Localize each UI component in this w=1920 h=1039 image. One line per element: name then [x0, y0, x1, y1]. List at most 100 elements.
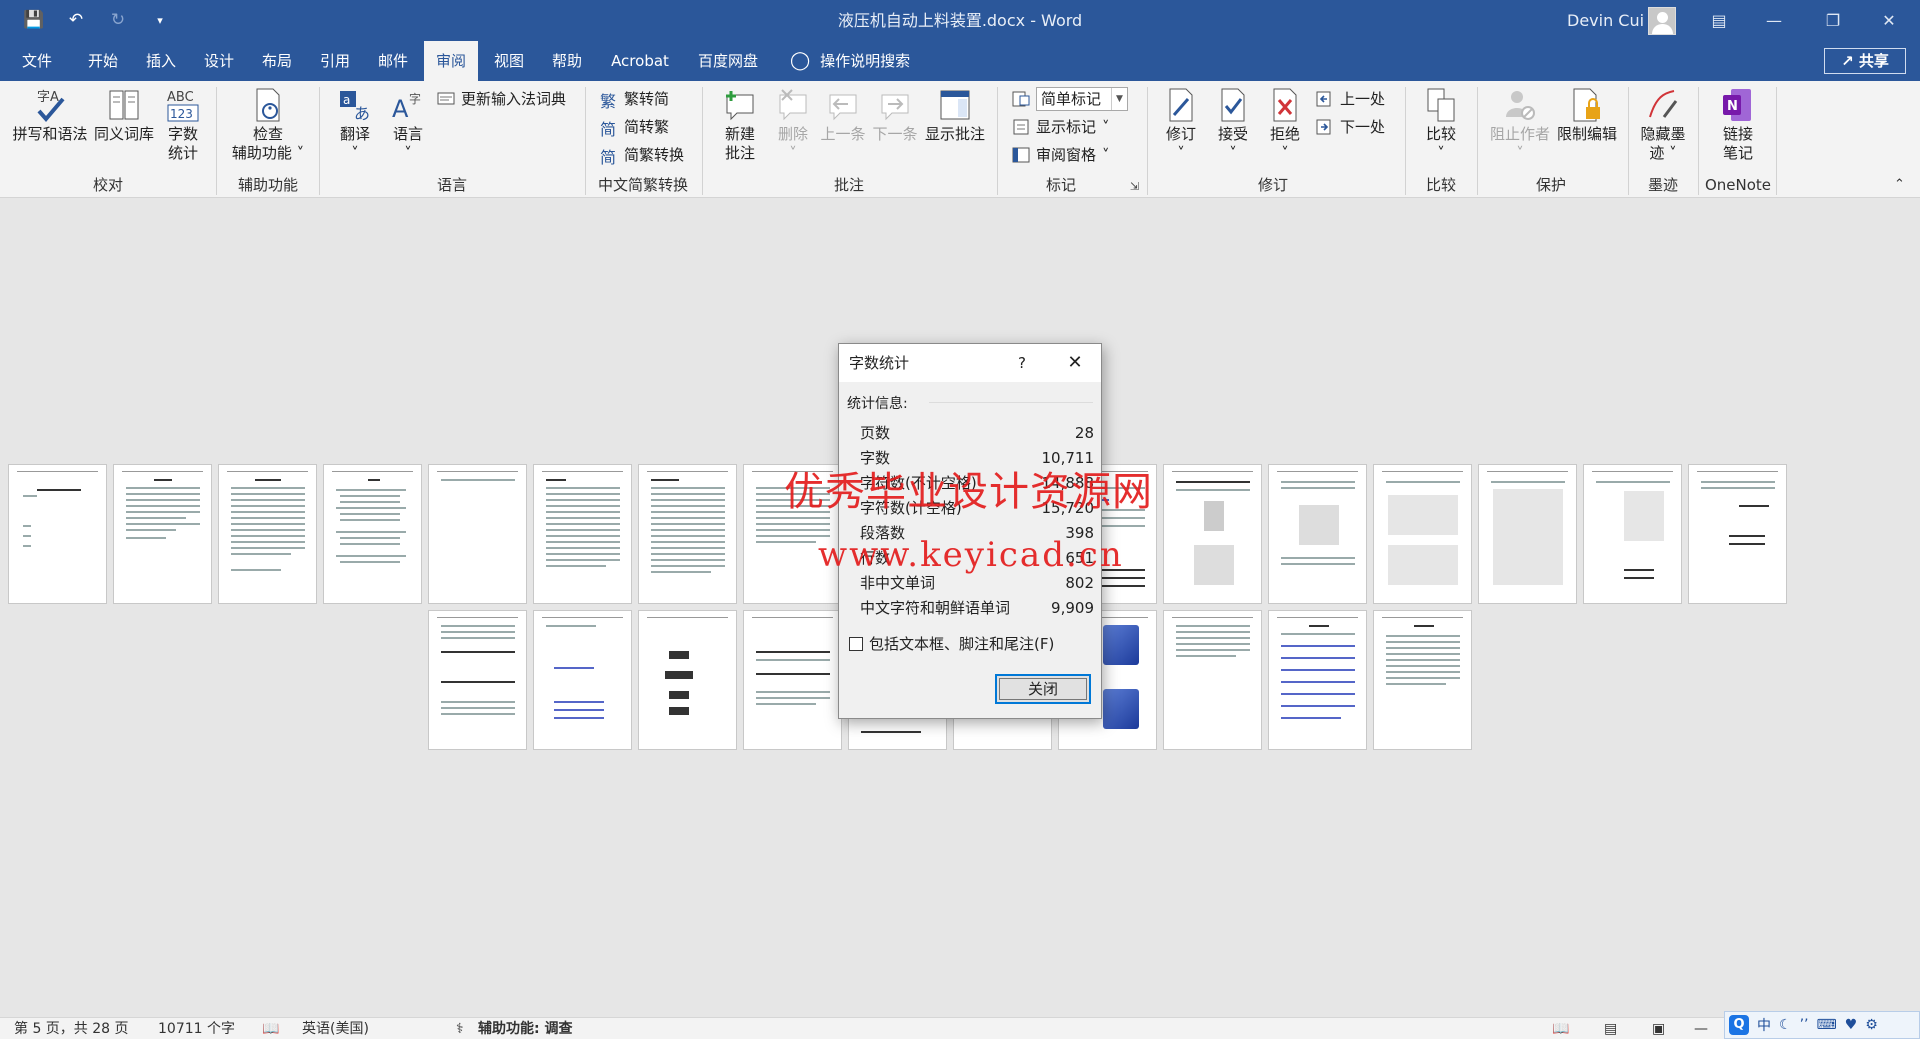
page-thumbnail[interactable] [1163, 464, 1262, 604]
customize-icon[interactable]: ▾ [148, 0, 172, 41]
reject-button[interactable]: 拒绝 ˅ [1262, 87, 1308, 179]
tab-help[interactable]: 帮助 [542, 41, 592, 81]
read-mode-icon[interactable]: 📖 [1552, 1018, 1569, 1039]
web-layout-icon[interactable]: ▣ [1652, 1018, 1665, 1039]
page-thumbnail[interactable] [533, 610, 632, 750]
word-count-status[interactable]: 10711 个字 [158, 1018, 235, 1039]
page-thumbnail[interactable] [638, 610, 737, 750]
check-accessibility-button[interactable]: 检查 辅助功能 ˅ [226, 87, 310, 179]
tab-layout[interactable]: 布局 [252, 41, 302, 81]
traditional-to-simplified-button[interactable]: 繁 繁转简 [600, 87, 669, 111]
page-thumbnail[interactable] [428, 464, 527, 604]
show-markup-button[interactable]: 显示标记 ˅ [1012, 115, 1110, 139]
track-changes-button[interactable]: 修订 ˅ [1158, 87, 1204, 179]
page-thumbnail[interactable] [533, 464, 632, 604]
previous-comment-button[interactable]: 上一条 [818, 87, 868, 179]
block-authors-button[interactable]: 阻止作者 ˅ [1488, 87, 1552, 179]
moon-icon[interactable]: ☾ [1779, 1017, 1792, 1033]
close-button[interactable]: 关闭 [995, 674, 1091, 704]
settings-icon[interactable]: ⚙ [1865, 1017, 1878, 1033]
tab-baidu-netdisk[interactable]: 百度网盘 [688, 41, 768, 81]
page-thumbnail[interactable] [1583, 464, 1682, 604]
close-icon[interactable]: ✕ [1866, 0, 1912, 41]
restrict-editing-button[interactable]: 限制编辑 [1554, 87, 1620, 179]
page-thumbnail[interactable] [428, 610, 527, 750]
page-thumbnail[interactable] [1373, 464, 1472, 604]
accessibility-status[interactable]: 辅助功能: 调查 [478, 1018, 572, 1039]
tab-acrobat[interactable]: Acrobat [602, 41, 678, 81]
hide-ink-button[interactable]: 隐藏墨 迹 ˅ [1638, 87, 1688, 179]
avatar[interactable] [1648, 7, 1676, 35]
word-count-button[interactable]: ABC 123 字数 统计 [158, 87, 208, 179]
share-button[interactable]: ↗ 共享 [1824, 48, 1906, 74]
ribbon-display-icon[interactable]: ▤ [1696, 0, 1742, 41]
compare-button[interactable]: 比较 ˅ [1416, 87, 1466, 179]
page-thumbnail[interactable] [218, 464, 317, 604]
collapse-ribbon-icon[interactable]: ⌃ [1894, 177, 1905, 192]
dialog-launcher-icon[interactable]: ⇲ [1130, 180, 1139, 193]
simplified-to-traditional-button[interactable]: 简 简转繁 [600, 115, 669, 139]
chinese-conversion-button[interactable]: 简 简繁转换 [600, 143, 684, 167]
page-count-status[interactable]: 第 5 页，共 28 页 [14, 1018, 129, 1039]
undo-icon[interactable]: ↶ [64, 0, 88, 41]
include-textboxes-checkbox[interactable] [849, 636, 863, 651]
tab-review[interactable]: 审阅 [424, 41, 478, 82]
zoom-out-icon[interactable]: — [1694, 1018, 1708, 1039]
previous-change-button[interactable]: 上一处 [1316, 87, 1385, 111]
help-icon[interactable]: ? [1007, 344, 1037, 382]
dialog-close-icon[interactable]: ✕ [1055, 344, 1095, 382]
skin-icon[interactable]: ♥ [1845, 1017, 1858, 1033]
next-comment-button[interactable]: 下一条 [870, 87, 920, 179]
new-comment-button[interactable]: 新建 批注 [712, 87, 768, 179]
spelling-grammar-button[interactable]: 字A 拼写和语法 [10, 87, 90, 179]
tab-home[interactable]: 开始 [78, 41, 128, 81]
thesaurus-button[interactable]: 同义词库 [92, 87, 156, 179]
tab-view[interactable]: 视图 [484, 41, 534, 81]
ime-toolbar[interactable]: Q 中 ☾ ’’ ⌨ ♥ ⚙ [1724, 1011, 1920, 1039]
linked-notes-button[interactable]: N 链接 笔记 [1708, 87, 1768, 179]
keyboard-icon[interactable]: ⌨ [1816, 1017, 1836, 1033]
restore-icon[interactable]: ❐ [1810, 0, 1856, 41]
delete-comment-button[interactable]: 删除 ˅ [770, 87, 816, 179]
tell-me-search[interactable]: ◯ 操作说明搜索 [790, 41, 910, 81]
reviewing-pane-button[interactable]: 审阅窗格 ˅ [1012, 143, 1110, 167]
punctuation-icon[interactable]: ’’ [1800, 1017, 1809, 1033]
save-icon[interactable]: 💾 [22, 0, 46, 41]
redo-icon[interactable]: ↻ [106, 0, 130, 41]
page-thumbnail[interactable] [113, 464, 212, 604]
next-change-button[interactable]: 下一处 [1316, 115, 1385, 139]
proofing-icon[interactable]: 📖 [262, 1018, 279, 1039]
page-thumbnail[interactable] [323, 464, 422, 604]
language-status[interactable]: 英语(美国) [302, 1018, 369, 1039]
accept-button[interactable]: 接受 ˅ [1210, 87, 1256, 179]
page-thumbnail[interactable] [1688, 464, 1787, 604]
page-thumbnail[interactable] [1478, 464, 1577, 604]
page-thumbnail[interactable] [1373, 610, 1472, 750]
chevron-down-icon: ˅ [1102, 146, 1110, 164]
previous-change-label: 上一处 [1340, 90, 1386, 108]
page-thumbnail[interactable] [1268, 464, 1367, 604]
update-ime-dictionary-button[interactable]: 更新输入法词典 [437, 87, 566, 111]
page-thumbnail[interactable] [8, 464, 107, 604]
user-name[interactable]: Devin Cui [1567, 0, 1644, 41]
include-textboxes-checkbox-row[interactable]: 包括文本框、脚注和尾注(F) [849, 633, 1054, 654]
tab-file[interactable]: 文件 [12, 41, 62, 81]
tab-references[interactable]: 引用 [310, 41, 360, 81]
tab-design[interactable]: 设计 [194, 41, 244, 81]
page-thumbnail[interactable] [1268, 610, 1367, 750]
tab-insert[interactable]: 插入 [136, 41, 186, 81]
page-thumbnail[interactable] [638, 464, 737, 604]
title-bar: 💾 ↶ ↻ ▾ 液压机自动上料装置.docx - Word Devin Cui … [0, 0, 1920, 41]
ime-mode[interactable]: 中 [1757, 1015, 1771, 1035]
print-layout-icon[interactable]: ▤ [1604, 1018, 1617, 1039]
tab-mailings[interactable]: 邮件 [368, 41, 418, 81]
translate-button[interactable]: aあ 翻译 ˅ [330, 87, 380, 179]
page-thumbnail[interactable] [1163, 610, 1262, 750]
show-comments-button[interactable]: 显示批注 [922, 87, 988, 179]
markup-mode-dropdown[interactable]: 简单标记 ▼ [1036, 87, 1128, 111]
markup-mode-select[interactable]: 简单标记 ▼ [1012, 87, 1128, 111]
chevron-down-icon: ˅ [291, 144, 305, 162]
language-button[interactable]: A字 语言 ˅ [383, 87, 433, 179]
page-thumbnail[interactable] [743, 610, 842, 750]
minimize-icon[interactable]: — [1751, 0, 1797, 41]
